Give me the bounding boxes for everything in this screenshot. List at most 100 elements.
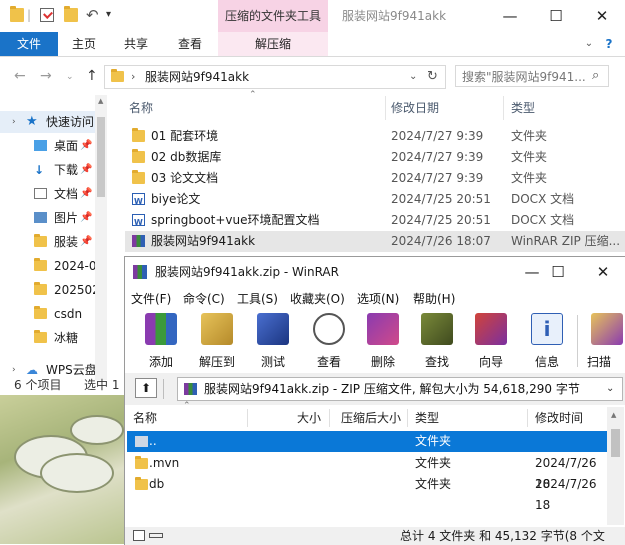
maximize-icon[interactable]: ☐	[535, 257, 581, 287]
window-title: 服装网站9f941akk	[342, 9, 447, 23]
nav-label: 文档	[54, 187, 79, 201]
nav-label: csdn	[54, 307, 83, 321]
menu-commands[interactable]: 命令(C)	[183, 290, 225, 307]
archive-row[interactable]: .mvn 文件夹 2024/7/26 18	[127, 453, 607, 491]
column-separator[interactable]	[329, 409, 330, 427]
file-row[interactable]: springboot+vue环境配置文档 2024/7/25 20:51 DOC…	[125, 210, 625, 233]
undo-icon[interactable]: ↶	[86, 8, 100, 23]
column-type[interactable]: 类型	[511, 98, 535, 118]
back-icon[interactable]: ←	[14, 68, 26, 84]
help-icon[interactable]: ?	[600, 32, 618, 56]
address-bar[interactable]: › 服装网站9f941akk ⌄ ↻	[104, 65, 446, 89]
maximize-icon[interactable]: ☐	[533, 0, 579, 32]
column-size[interactable]: 大小	[297, 407, 321, 429]
column-separator[interactable]	[385, 96, 386, 120]
file-row[interactable]: 02 db数据库 2024/7/27 9:39 文件夹	[125, 147, 625, 168]
chevron-down-icon[interactable]: ⌄	[606, 378, 614, 400]
scrollbar-thumb[interactable]	[97, 117, 105, 197]
extract-to-button[interactable]: 解压到	[191, 311, 243, 371]
nav-item-folder[interactable]: 冰糖	[0, 327, 95, 349]
column-type[interactable]: 类型	[415, 407, 439, 429]
close-icon[interactable]: ✕	[580, 257, 625, 287]
scroll-up-icon[interactable]: ▲	[611, 411, 616, 419]
test-button[interactable]: 测试	[247, 311, 299, 371]
winrar-menubar: 文件(F) 命令(C) 工具(S) 收藏夹(O) 选项(N) 帮助(H)	[125, 287, 625, 309]
tab-extract[interactable]: 解压缩	[218, 32, 328, 56]
toolbar-label: 查找	[424, 355, 449, 369]
search-icon: ⌕	[592, 68, 600, 83]
binoculars-icon	[421, 313, 453, 345]
file-row[interactable]: 01 配套环境 2024/7/27 9:39 文件夹	[125, 126, 625, 147]
entry-modified: 2024/7/26 18	[535, 477, 597, 512]
status-item-count: 6 个项目	[14, 378, 62, 392]
column-separator[interactable]	[503, 96, 504, 120]
up-icon[interactable]: ↑	[86, 68, 98, 84]
recent-dropdown-icon[interactable]: ⌄	[66, 72, 74, 82]
nav-item-documents[interactable]: 文档 📌	[0, 183, 95, 205]
close-icon[interactable]: ✕	[579, 0, 625, 32]
info-button[interactable]: i 信息	[521, 311, 573, 371]
scan-button[interactable]: 扫描	[583, 311, 625, 371]
nav-item-folder[interactable]: 2024-0	[0, 255, 95, 277]
scrollbar-thumb[interactable]	[611, 429, 620, 457]
archive-row-selected[interactable]: .. 文件夹	[127, 431, 607, 452]
ribbon-expand-icon[interactable]: ⌄	[582, 32, 596, 56]
nav-scrollbar[interactable]: ▲	[95, 95, 107, 380]
menu-options[interactable]: 选项(N)	[357, 290, 399, 307]
archive-path-dropdown[interactable]: 服装网站9f941akk.zip - ZIP 压缩文件, 解包大小为 54,61…	[177, 377, 623, 401]
wizard-button[interactable]: 向导	[465, 311, 517, 371]
quick-access-dropdown-icon[interactable]: ▾	[106, 8, 120, 22]
minimize-icon[interactable]: —	[487, 0, 533, 32]
nav-item-folder[interactable]: 202502	[0, 279, 95, 301]
document-icon	[34, 188, 47, 199]
new-folder-icon[interactable]	[64, 6, 78, 22]
menu-favorites[interactable]: 收藏夹(O)	[290, 290, 345, 307]
tab-file[interactable]: 文件	[0, 32, 58, 56]
menu-help[interactable]: 帮助(H)	[413, 290, 455, 307]
tab-home[interactable]: 主页	[58, 32, 110, 56]
file-name: springboot+vue环境配置文档	[151, 213, 320, 227]
column-separator[interactable]	[407, 409, 408, 427]
forward-icon[interactable]: →	[40, 68, 52, 84]
tab-view[interactable]: 查看	[162, 32, 218, 56]
address-dropdown-icon[interactable]: ⌄	[409, 66, 417, 88]
scroll-up-icon[interactable]: ▲	[98, 97, 103, 105]
column-packed-size[interactable]: 压缩后大小	[341, 407, 401, 429]
view-button[interactable]: 查看	[303, 311, 355, 371]
collapse-icon[interactable]: ›	[12, 111, 16, 133]
pin-icon: 📌	[80, 188, 93, 199]
file-row[interactable]: biye论文 2024/7/25 20:51 DOCX 文档	[125, 189, 625, 212]
file-row[interactable]: 03 论文文档 2024/7/27 9:39 文件夹	[125, 168, 625, 189]
add-button[interactable]: 添加	[135, 311, 187, 371]
column-date[interactable]: 修改日期	[391, 98, 439, 118]
menu-file[interactable]: 文件(F)	[131, 290, 171, 307]
nav-item-pictures[interactable]: 图片 📌	[0, 207, 95, 229]
file-type: 文件夹	[511, 129, 548, 143]
cloud-drawing	[40, 453, 114, 493]
file-date: 2024/7/27 9:39	[391, 129, 484, 143]
pin-icon: 📌	[80, 236, 93, 247]
toolbar-label: 扫描	[587, 355, 612, 369]
up-one-level-button[interactable]: ⬆	[135, 378, 157, 398]
archive-row[interactable]: db 文件夹 2024/7/26 18	[127, 474, 607, 512]
column-separator[interactable]	[247, 409, 248, 427]
nav-item-desktop[interactable]: 桌面 📌	[0, 135, 95, 157]
archive-vertical-scrollbar[interactable]: ▲	[607, 407, 624, 525]
nav-item-downloads[interactable]: ↓ 下载 📌	[0, 159, 95, 181]
column-modified[interactable]: 修改时间	[535, 407, 583, 429]
find-button[interactable]: 查找	[411, 311, 463, 371]
column-name[interactable]: 名称	[133, 407, 157, 429]
delete-button[interactable]: 删除	[357, 311, 409, 371]
properties-icon[interactable]	[40, 8, 54, 22]
refresh-icon[interactable]: ↻	[427, 66, 438, 88]
search-input[interactable]: 搜索"服装网站9f941...	[455, 65, 609, 87]
column-separator[interactable]	[527, 409, 528, 427]
menu-tools[interactable]: 工具(S)	[237, 290, 278, 307]
nav-item-folder[interactable]: csdn	[0, 303, 95, 325]
column-name[interactable]: 名称	[129, 98, 153, 118]
file-row-selected[interactable]: 服装网站9f941akk 2024/7/26 18:07 WinRAR ZIP …	[125, 231, 625, 252]
nav-item-quick-access[interactable]: › ★ 快速访问	[0, 111, 95, 133]
nav-item-folder[interactable]: 服装 📌	[0, 231, 95, 253]
tab-share[interactable]: 共享	[110, 32, 162, 56]
toolbar-label: 测试	[260, 355, 285, 369]
